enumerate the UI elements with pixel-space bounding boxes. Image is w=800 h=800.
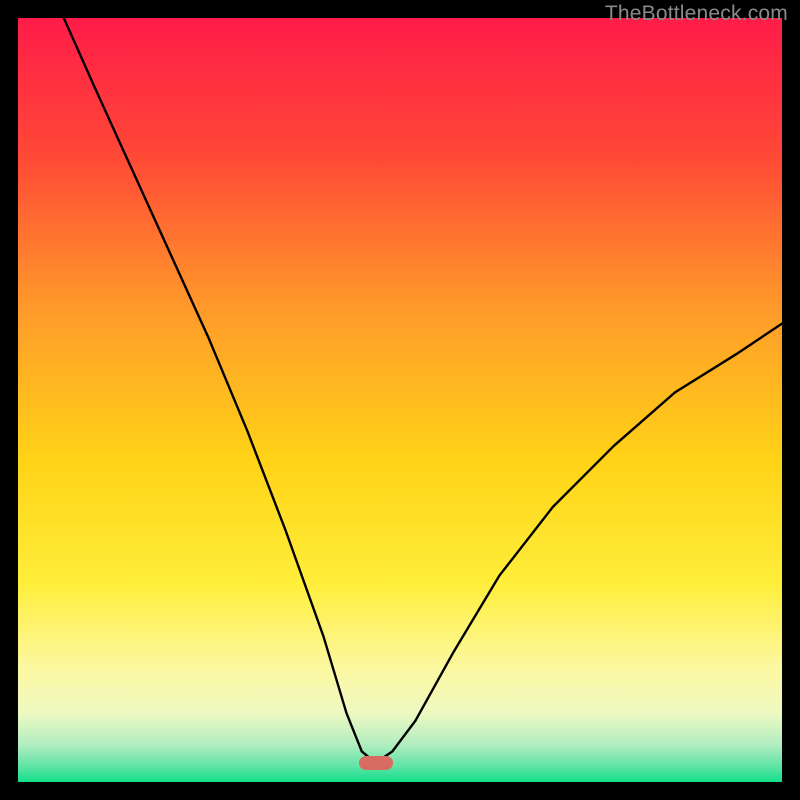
optimal-point-marker: [359, 756, 393, 770]
chart-stage: TheBottleneck.com: [0, 0, 800, 800]
plot-area: [18, 18, 782, 782]
watermark-text: TheBottleneck.com: [605, 2, 788, 26]
bottleneck-curve: [18, 18, 782, 782]
